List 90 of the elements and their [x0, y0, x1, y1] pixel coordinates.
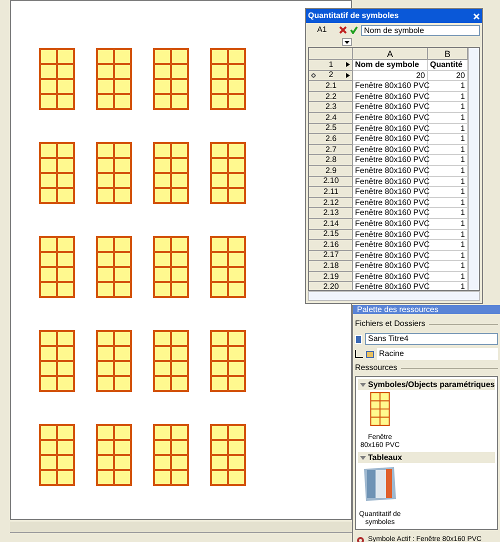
table-cell: Fenêtre 80x160 PVC	[353, 102, 428, 113]
row-header[interactable]: 2.6	[309, 134, 353, 145]
folder-dropdown[interactable]: Racine	[377, 348, 498, 360]
row-header[interactable]: 2.14	[309, 218, 353, 230]
row-header[interactable]: 2.8	[309, 155, 353, 166]
window-symbol	[39, 330, 75, 392]
window-symbol	[210, 142, 246, 204]
window-symbol	[153, 48, 189, 110]
window-symbol	[210, 48, 246, 110]
table-cell: Fenêtre 80x160 PVC	[353, 272, 428, 282]
vertical-scrollbar[interactable]	[468, 48, 479, 290]
row-header[interactable]: 2	[309, 70, 353, 82]
window-symbol	[210, 330, 246, 392]
table-cell: Fenêtre 80x160 PVC	[353, 92, 428, 102]
row-header[interactable]: 2.18	[309, 261, 353, 272]
section-label: Ressources	[355, 362, 398, 374]
table-cell: Fenêtre 80x160 PVC	[353, 187, 428, 198]
row-header[interactable]: 2.7	[309, 144, 353, 156]
window-symbol	[96, 424, 132, 486]
table-cell: Fenêtre 80x160 PVC	[353, 134, 428, 145]
table-cell: Fenêtre 80x160 PVC	[353, 81, 428, 92]
window-symbol	[153, 330, 189, 392]
row-header[interactable]: 2.16	[309, 240, 353, 251]
check-icon[interactable]	[350, 26, 358, 34]
row-header[interactable]: 2.10	[309, 176, 353, 188]
window-symbol	[370, 392, 390, 426]
table-icon[interactable]	[361, 465, 399, 503]
target-icon	[357, 536, 364, 542]
row-header[interactable]: 2.20	[309, 282, 353, 290]
group-header[interactable]: Symboles/Objects paramétriques	[358, 379, 495, 390]
column-header[interactable]: A	[353, 48, 428, 60]
window-symbol	[39, 142, 75, 204]
palette-title: Palette des ressources	[357, 305, 438, 314]
table-cell: Fenêtre 80x160 PVC	[353, 198, 428, 208]
table-cell: Fenêtre 80x160 PVC	[353, 124, 428, 134]
close-icon[interactable]	[473, 12, 480, 20]
row-header[interactable]: 2.13	[309, 208, 353, 219]
cell-reference: A1	[316, 24, 328, 36]
row-header[interactable]: 1	[309, 60, 353, 71]
row-header[interactable]: 2.9	[309, 166, 353, 177]
branch-arrow-icon	[355, 350, 363, 358]
table-cell: Nom de symbole	[353, 60, 428, 71]
table-cell: Fenêtre 80x160 PVC	[353, 176, 428, 188]
row-header[interactable]: 2.17	[309, 250, 353, 262]
row-header[interactable]: 2.4	[309, 112, 353, 124]
window-symbol	[153, 236, 189, 298]
diamond-icon	[311, 72, 316, 78]
window-symbol	[96, 330, 132, 392]
window-symbol	[210, 424, 246, 486]
row-header[interactable]: 2.1	[309, 81, 353, 92]
table-cell: Fenêtre 80x160 PVC	[353, 208, 428, 219]
horizontal-scrollbar[interactable]	[10, 522, 352, 533]
row-header[interactable]: 2.15	[309, 230, 353, 240]
caret-icon	[360, 454, 366, 460]
section-label: Fichiers et Dossiers	[355, 318, 426, 330]
window-symbol	[153, 142, 189, 204]
window-symbol	[39, 48, 75, 110]
window-symbol	[39, 236, 75, 298]
window-symbol	[96, 236, 132, 298]
document-icon	[355, 334, 362, 344]
table-cell: Fenêtre 80x160 PVC	[353, 218, 428, 230]
file-dropdown[interactable]: Sans Titre4	[365, 333, 498, 345]
row-header[interactable]: 2.12	[309, 198, 353, 208]
table-cell: Fenêtre 80x160 PVC	[353, 261, 428, 272]
window-title: Quantitatif de symboles	[308, 10, 399, 22]
folder-icon	[366, 350, 374, 358]
dropdown-toggle[interactable]	[342, 38, 352, 46]
row-header[interactable]: 2.5	[309, 124, 353, 134]
formula-field[interactable]: Nom de symbole	[361, 24, 480, 36]
group-header[interactable]: Tableaux	[358, 452, 495, 463]
table-cell: 20	[353, 70, 428, 82]
row-header[interactable]: 2.19	[309, 272, 353, 282]
table-cell: Fenêtre 80x160 PVC	[353, 144, 428, 156]
horizontal-scrollbar[interactable]	[308, 291, 480, 301]
table-cell: Fenêtre 80x160 PVC	[353, 240, 428, 251]
window-symbol	[39, 424, 75, 486]
window-symbol	[96, 48, 132, 110]
caret-icon	[360, 382, 366, 388]
table-cell: Fenêtre 80x160 PVC	[353, 112, 428, 124]
row-header[interactable]: 2.11	[309, 187, 353, 198]
cancel-icon[interactable]	[339, 26, 347, 34]
table-cell: Fenêtre 80x160 PVC	[353, 155, 428, 166]
table-cell: Fenêtre 80x160 PVC	[353, 250, 428, 262]
table-cell: Fenêtre 80x160 PVC	[353, 166, 428, 177]
table-cell: Fenêtre 80x160 PVC	[353, 230, 428, 240]
window-symbol	[153, 424, 189, 486]
row-header[interactable]: 2.3	[309, 102, 353, 113]
row-header[interactable]: 2.2	[309, 92, 353, 102]
window-symbol	[96, 142, 132, 204]
window-symbol	[210, 236, 246, 298]
